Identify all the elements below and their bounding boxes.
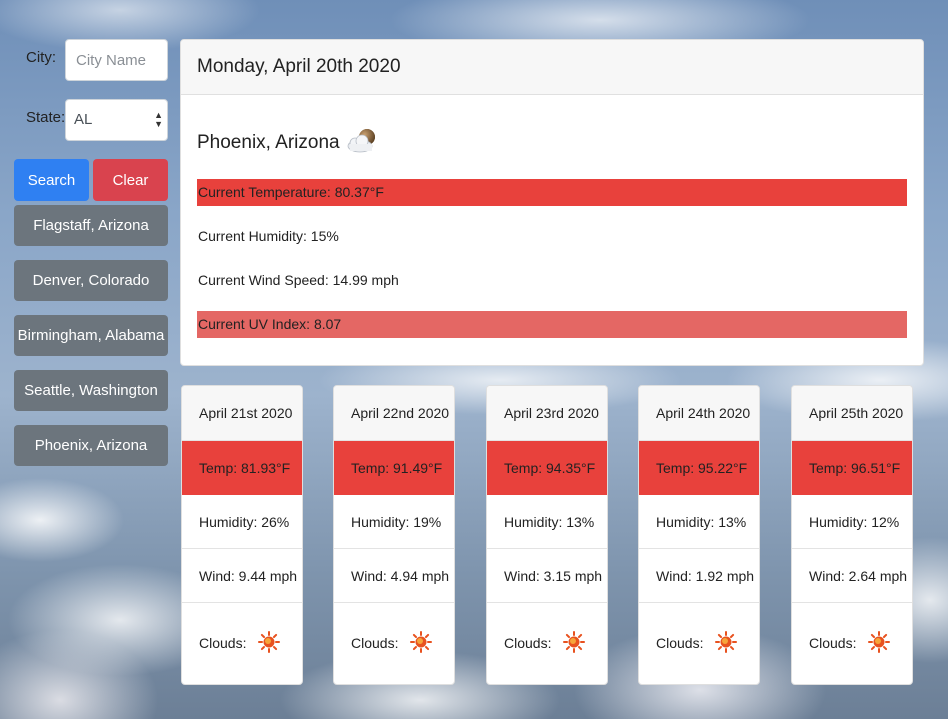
forecast-temp: Temp: 96.51°F: [792, 441, 912, 495]
current-location: Phoenix, Arizona: [197, 132, 340, 153]
current-weather-body: Phoenix, Arizona Current Temperature: 80…: [181, 129, 923, 338]
sun-icon: [715, 630, 738, 656]
forecast-wind: Wind: 9.44 mph: [182, 549, 302, 603]
forecast-humidity: Humidity: 19%: [334, 495, 454, 549]
current-uv-index: Current UV Index: 8.07: [197, 311, 907, 338]
forecast-card: April 21st 2020 Temp: 81.93°F Humidity: …: [181, 385, 303, 685]
history-item-denver[interactable]: Denver, Colorado: [14, 260, 168, 301]
forecast-wind: Wind: 3.15 mph: [487, 549, 607, 603]
forecast-clouds: Clouds:: [182, 603, 302, 683]
forecast-date: April 24th 2020: [639, 386, 759, 441]
sun-icon: [563, 630, 586, 656]
forecast-humidity: Humidity: 13%: [487, 495, 607, 549]
history-item-birmingham[interactable]: Birmingham, Alabama: [14, 315, 168, 356]
forecast-wind: Wind: 1.92 mph: [639, 549, 759, 603]
forecast-clouds: Clouds:: [639, 603, 759, 683]
history-item-flagstaff[interactable]: Flagstaff, Arizona: [14, 205, 168, 246]
search-sidebar: City: State: AL ▲▼ Search Clear Flagstaf…: [14, 39, 168, 466]
history-item-seattle[interactable]: Seattle, Washington: [14, 370, 168, 411]
forecast-temp: Temp: 94.35°F: [487, 441, 607, 495]
city-input[interactable]: [65, 39, 168, 81]
forecast-card: April 22nd 2020 Temp: 91.49°F Humidity: …: [333, 385, 455, 685]
sun-icon: [410, 630, 433, 656]
current-humidity: Current Humidity: 15%: [198, 228, 339, 244]
state-select-value: AL: [74, 111, 93, 128]
forecast-humidity: Humidity: 13%: [639, 495, 759, 549]
forecast-temp: Temp: 95.22°F: [639, 441, 759, 495]
city-field-row: City:: [14, 39, 168, 81]
partly-cloudy-icon: [346, 127, 378, 159]
history-item-phoenix[interactable]: Phoenix, Arizona: [14, 425, 168, 466]
forecast-wind: Wind: 2.64 mph: [792, 549, 912, 603]
forecast-clouds: Clouds:: [487, 603, 607, 683]
forecast-temp: Temp: 81.93°F: [182, 441, 302, 495]
state-field-row: State: AL ▲ ▼: [14, 99, 168, 141]
forecast-clouds-label: Clouds:: [351, 635, 399, 651]
forecast-date: April 22nd 2020: [334, 386, 454, 441]
forecast-humidity: Humidity: 12%: [792, 495, 912, 549]
clear-button[interactable]: Clear: [93, 159, 168, 201]
search-history: Flagstaff, Arizona Denver, Colorado Birm…: [14, 205, 168, 466]
forecast-date: April 25th 2020: [792, 386, 912, 441]
forecast-card: April 25th 2020 Temp: 96.51°F Humidity: …: [791, 385, 913, 685]
forecast-humidity: Humidity: 26%: [182, 495, 302, 549]
forecast-card: April 23rd 2020 Temp: 94.35°F Humidity: …: [486, 385, 608, 685]
forecast-clouds-label: Clouds:: [809, 635, 857, 651]
current-temperature: Current Temperature: 80.37°F: [197, 179, 907, 206]
sun-icon: [868, 630, 891, 656]
search-button[interactable]: Search: [14, 159, 89, 201]
sun-icon: [258, 630, 281, 656]
current-wind-speed: Current Wind Speed: 14.99 mph: [198, 272, 399, 288]
page: { "search": { "city_label": "City:", "ci…: [0, 0, 948, 719]
state-select[interactable]: AL ▲ ▼: [65, 99, 168, 141]
search-actions: Search Clear: [14, 159, 168, 201]
forecast-clouds: Clouds:: [334, 603, 454, 683]
forecast-temp: Temp: 91.49°F: [334, 441, 454, 495]
current-date: Monday, April 20th 2020: [181, 40, 923, 95]
city-label: City:: [26, 49, 56, 66]
state-label: State:: [26, 109, 66, 126]
forecast-wind: Wind: 4.94 mph: [334, 549, 454, 603]
forecast-clouds-label: Clouds:: [656, 635, 704, 651]
select-caret-icon: ▲ ▼: [154, 110, 163, 129]
forecast-card: April 24th 2020 Temp: 95.22°F Humidity: …: [638, 385, 760, 685]
forecast-date: April 23rd 2020: [487, 386, 607, 441]
forecast-clouds-label: Clouds:: [199, 635, 247, 651]
forecast-date: April 21st 2020: [182, 386, 302, 441]
forecast-clouds: Clouds:: [792, 603, 912, 683]
current-location-line: Phoenix, Arizona: [197, 129, 907, 157]
forecast-clouds-label: Clouds:: [504, 635, 552, 651]
current-weather-card: Monday, April 20th 2020 Phoenix, Arizona: [180, 39, 924, 366]
